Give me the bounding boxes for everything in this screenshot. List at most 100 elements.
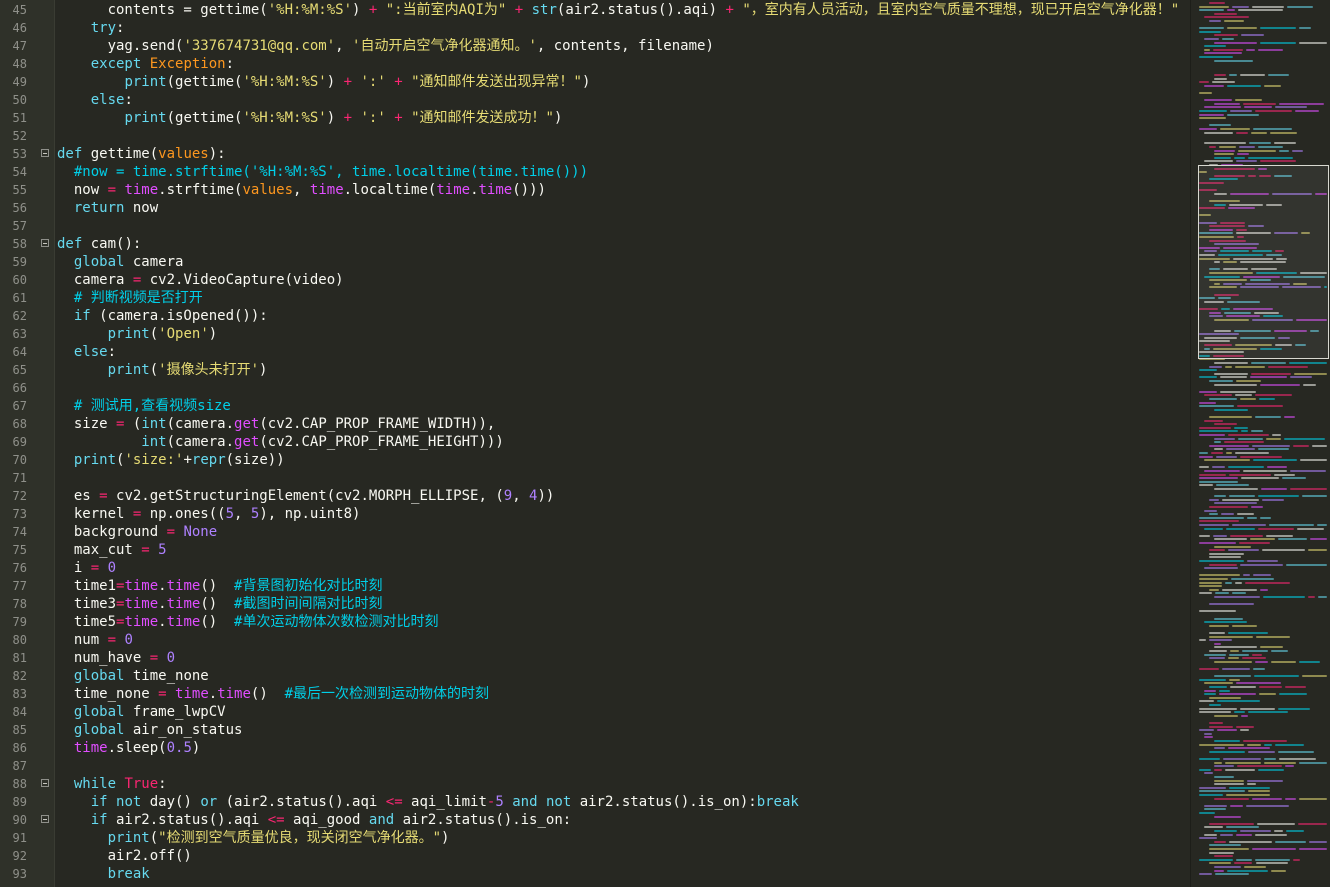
- code-line[interactable]: 49 print(gettime('%H:%M:%S') + ':' + "通知…: [0, 73, 1190, 91]
- code-token: # 测试用,查看视频size: [73, 398, 231, 414]
- minimap-line: [1199, 484, 1214, 487]
- code-line[interactable]: 60 camera = cv2.VideoCapture(video): [0, 271, 1190, 289]
- code-line[interactable]: 86 time.sleep(0.5): [0, 739, 1190, 757]
- minimap-line: [1214, 675, 1252, 678]
- code-line[interactable]: 59 global camera: [0, 253, 1190, 271]
- code-line[interactable]: 75 max_cut = 5: [0, 541, 1190, 559]
- code-line[interactable]: 58 def cam():: [0, 235, 1190, 253]
- code-token: '摄像头未打开': [158, 362, 260, 378]
- minimap-line: [1251, 430, 1263, 433]
- minimap-line: [1199, 110, 1228, 112]
- code-token: time1: [57, 578, 117, 594]
- minimap-line: [1216, 455, 1237, 458]
- minimap-line: [1199, 376, 1217, 379]
- code-line[interactable]: 79 time5=time.time() #单次运动物体次数检测对比时刻: [0, 613, 1190, 631]
- code-line[interactable]: 56 return now: [0, 199, 1190, 217]
- minimap-line: [1209, 398, 1237, 400]
- code-line[interactable]: 55 now = time.strftime(values, time.loca…: [0, 181, 1190, 199]
- code-line[interactable]: 54 #now = time.strftime('%H:%M:%S', time…: [0, 163, 1190, 181]
- code-token: return: [73, 200, 125, 216]
- code-line[interactable]: 71: [0, 469, 1190, 487]
- code-line[interactable]: 83 time_none = time.time() #最后一次检测到运动物体的…: [0, 685, 1190, 703]
- code-token: def: [57, 236, 83, 252]
- code-line[interactable]: 53 def gettime(values):: [0, 145, 1190, 163]
- code-line[interactable]: 66: [0, 379, 1190, 397]
- code-token: :: [225, 56, 235, 72]
- minimap-line: [1281, 477, 1307, 480]
- code-token: +: [183, 452, 192, 468]
- minimap-line: [1214, 840, 1226, 843]
- minimap-line: [1293, 372, 1327, 375]
- code-line[interactable]: 92 air2.off(): [0, 847, 1190, 865]
- code-line[interactable]: 50 else:: [0, 91, 1190, 109]
- code-line[interactable]: 80 num = 0: [0, 631, 1190, 649]
- code-line[interactable]: 88 while True:: [0, 775, 1190, 793]
- code-line[interactable]: 61 # 判断视频是否打开: [0, 289, 1190, 307]
- minimap-line: [1278, 707, 1310, 710]
- code-line[interactable]: 91 print("检测到空气质量优良，现关闭空气净化器。"): [0, 829, 1190, 847]
- code-line[interactable]: 47 yag.send('337674731@qq.com', '自动开启空气净…: [0, 37, 1190, 55]
- code-token: global: [73, 722, 125, 738]
- code-line[interactable]: 68 size = (int(camera.get(cv2.CAP_PROP_F…: [0, 415, 1190, 433]
- minimap-line: [1204, 826, 1223, 829]
- minimap-line: [1318, 596, 1327, 598]
- code-line[interactable]: 65 print('摄像头未打开'): [0, 361, 1190, 379]
- minimap-line: [1268, 524, 1314, 526]
- minimap-line: [1199, 560, 1245, 562]
- code-line[interactable]: 69 int(camera.get(cv2.CAP_PROP_FRAME_HEI…: [0, 433, 1190, 451]
- code-line[interactable]: 64 else:: [0, 343, 1190, 361]
- code-token: get: [234, 416, 260, 432]
- code-line[interactable]: 78 time3=time.time() #截图时间间隔对比时刻: [0, 595, 1190, 613]
- minimap[interactable]: [1190, 0, 1330, 887]
- code-line[interactable]: 73 kernel = np.ones((5, 5), np.uint8): [0, 505, 1190, 523]
- minimap-line: [1204, 16, 1250, 19]
- minimap-line: [1204, 52, 1242, 55]
- minimap-line: [1199, 837, 1217, 840]
- fold-toggle-icon[interactable]: [41, 239, 49, 247]
- code-line[interactable]: 74 background = None: [0, 523, 1190, 541]
- code-line[interactable]: 81 num_have = 0: [0, 649, 1190, 667]
- code-line[interactable]: 70 print('size:'+repr(size)): [0, 451, 1190, 469]
- code-token: air_on_status: [124, 722, 243, 738]
- minimap-viewport[interactable]: [1198, 165, 1329, 359]
- minimap-line: [1204, 808, 1227, 811]
- minimap-line: [1262, 549, 1306, 552]
- fold-toggle-icon[interactable]: [41, 779, 49, 787]
- code-line[interactable]: 84 global frame_lwpCV: [0, 703, 1190, 721]
- code-line[interactable]: 82 global time_none: [0, 667, 1190, 685]
- code-line[interactable]: 76 i = 0: [0, 559, 1190, 577]
- code-line[interactable]: 51 print(gettime('%H:%M:%S') + ':' + "通知…: [0, 109, 1190, 127]
- code-line[interactable]: 52: [0, 127, 1190, 145]
- code-line[interactable]: 62 if (camera.isOpened()):: [0, 307, 1190, 325]
- code-token: kernel: [57, 506, 133, 522]
- code-line[interactable]: 45 contents = gettime('%H:%M:%S') + ":当前…: [0, 1, 1190, 19]
- code-line[interactable]: 85 global air_on_status: [0, 721, 1190, 739]
- code-line[interactable]: 93 break: [0, 865, 1190, 883]
- code-token: not: [545, 794, 572, 810]
- code-line[interactable]: 46 try:: [0, 19, 1190, 37]
- minimap-line: [1214, 12, 1237, 15]
- code-line[interactable]: 72 es = cv2.getStructuringElement(cv2.MO…: [0, 487, 1190, 505]
- code-line[interactable]: 90 if air2.status().aqi <= aqi_good and …: [0, 811, 1190, 829]
- code-token: background: [57, 524, 167, 540]
- fold-toggle-icon[interactable]: [41, 149, 49, 157]
- code-line[interactable]: 57: [0, 217, 1190, 235]
- code-line[interactable]: 67 # 测试用,查看视频size: [0, 397, 1190, 415]
- minimap-line: [1228, 495, 1256, 498]
- code-line[interactable]: 48 except Exception:: [0, 55, 1190, 73]
- fold-toggle-icon[interactable]: [41, 815, 49, 823]
- minimap-line: [1229, 653, 1249, 656]
- line-number: 60: [12, 273, 27, 287]
- code-token: (): [250, 686, 285, 702]
- code-editor[interactable]: 45 contents = gettime('%H:%M:%S') + ":当前…: [0, 0, 1190, 887]
- minimap-line: [1229, 786, 1270, 789]
- code-token: while: [73, 776, 117, 792]
- code-line[interactable]: 87: [0, 757, 1190, 775]
- minimap-line: [1241, 430, 1249, 433]
- code-line[interactable]: 89 if not day() or (air2.status().aqi <=…: [0, 793, 1190, 811]
- code-token: if: [90, 794, 108, 810]
- code-line[interactable]: 63 print('Open'): [0, 325, 1190, 343]
- code-line[interactable]: 77 time1=time.time() #背景图初始化对比时刻: [0, 577, 1190, 595]
